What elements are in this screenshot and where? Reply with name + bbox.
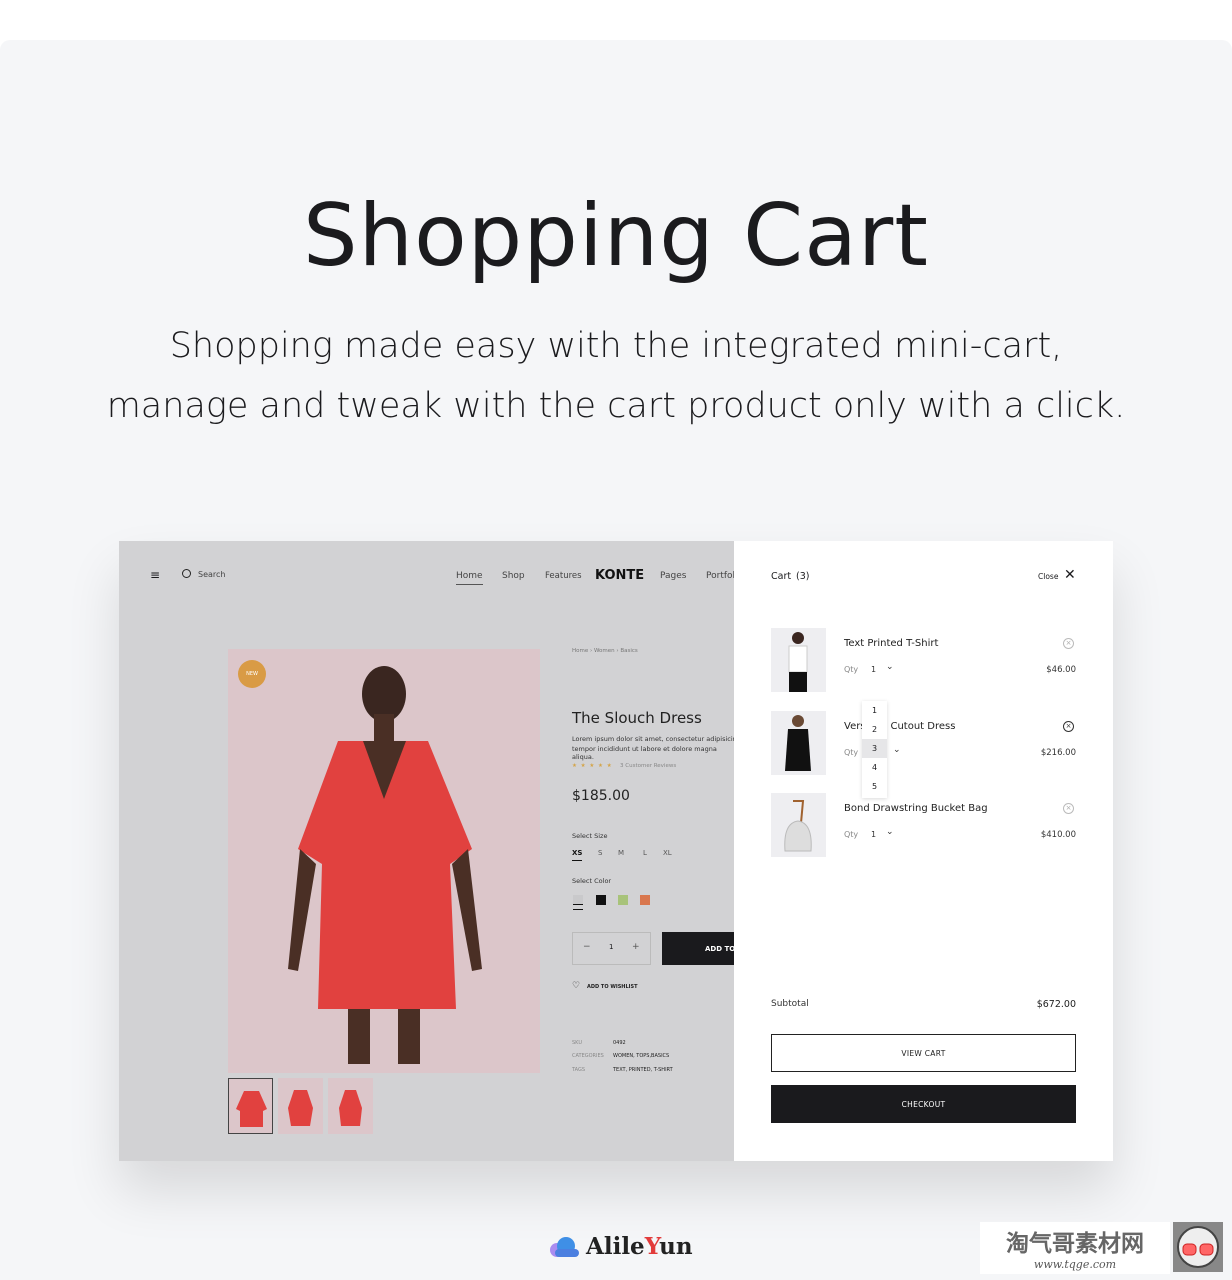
cart-item: Bond Drawstring Bucket Bag Qty 1 ⌄ $410.… — [771, 793, 1076, 857]
size-m[interactable]: M — [618, 849, 624, 857]
cart-item-image[interactable] — [771, 711, 826, 775]
sku-value: 0492 — [613, 1040, 626, 1046]
nav-portfolio[interactable]: Portfolio — [706, 571, 734, 581]
hero-subtitle-line2: manage and tweak with the cart product o… — [106, 386, 1126, 426]
reviews-link[interactable]: 3 Customer Reviews — [620, 763, 676, 769]
size-label: Select Size — [572, 832, 608, 840]
close-cart-button[interactable]: Close — [1038, 572, 1058, 581]
cart-item-image[interactable] — [771, 793, 826, 857]
cart-item-price: $46.00 — [1046, 665, 1076, 675]
qty-dropdown: 1 2 3 4 5 — [862, 701, 887, 798]
alileyun-watermark: AlileYun — [586, 1233, 693, 1260]
view-cart-button[interactable]: VIEW CART — [771, 1034, 1076, 1072]
breadcrumb: Home › Women › Basics — [572, 648, 638, 654]
qty-option[interactable]: 2 — [862, 720, 887, 739]
product-main-image[interactable]: NEW — [228, 649, 540, 1073]
add-to-cart-button[interactable]: ADD TO — [662, 932, 734, 965]
dress-model-illustration — [288, 666, 482, 1064]
product-page: ≡ Search Home Shop Features KONTE Pages … — [119, 541, 734, 1161]
subtotal-value: $672.00 — [1036, 999, 1076, 1010]
nav-features[interactable]: Features — [545, 571, 582, 581]
hero-subtitle-line1: Shopping made easy with the integrated m… — [169, 326, 1063, 366]
qty-option[interactable]: 1 — [862, 701, 887, 720]
size-s[interactable]: S — [598, 849, 602, 857]
alileyun-cloud-logo — [548, 1236, 580, 1258]
cart-item-price: $216.00 — [1040, 748, 1076, 758]
qty-label: Qty — [844, 748, 859, 757]
chevron-down-icon[interactable]: ⌄ — [886, 827, 894, 837]
search-icon[interactable] — [182, 569, 191, 578]
tags-value[interactable]: TEXT, PRINTED, T-SHIRT — [613, 1067, 673, 1073]
color-swatch-black[interactable] — [596, 895, 606, 905]
cart-item: Text Printed T-Shirt Qty 1 ⌄ $46.00 × — [771, 628, 1076, 692]
nav-shop[interactable]: Shop — [502, 571, 525, 581]
quantity-stepper: − 1 + — [572, 932, 651, 965]
tqge-url: www.tqge.com — [1033, 1258, 1117, 1271]
color-label: Select Color — [572, 877, 612, 885]
qty-label: Qty — [844, 665, 859, 674]
cart-item-image[interactable] — [771, 628, 826, 692]
remove-item-icon[interactable]: × — [1063, 638, 1074, 649]
thumbnail-1[interactable] — [228, 1078, 273, 1134]
product-description-2: tempor incididunt ut labore et dolore ma… — [572, 745, 717, 761]
categories-label: CATEGORIES — [572, 1053, 604, 1059]
product-price: $185.00 — [572, 788, 630, 804]
product-title: The Slouch Dress — [572, 709, 702, 727]
product-description-1: Lorem ipsum dolor sit amet, consectetur … — [572, 735, 734, 743]
tags-label: TAGS — [572, 1067, 586, 1073]
cart-item-price: $410.00 — [1040, 830, 1076, 840]
cart-item: Versatile Cutout Dress Qty 3 ⌄ $216.00 × — [771, 711, 1076, 775]
checkout-button[interactable]: CHECKOUT — [771, 1085, 1076, 1123]
categories-value[interactable]: WOMEN, TOPS,BASICS — [613, 1053, 669, 1059]
qty-select[interactable]: 1 — [871, 665, 876, 674]
tqge-text: 淘气哥素材网 — [1006, 1231, 1144, 1257]
selected-color-indicator — [573, 909, 583, 910]
color-swatch-grey[interactable] — [573, 895, 583, 905]
cart-title: Cart — [771, 571, 792, 582]
close-icon[interactable]: ✕ — [1064, 567, 1076, 583]
remove-item-icon[interactable]: × — [1063, 721, 1074, 732]
search-link[interactable]: Search — [198, 570, 225, 579]
cart-item-name[interactable]: Bond Drawstring Bucket Bag — [844, 803, 988, 814]
color-swatch-green[interactable] — [618, 895, 628, 905]
store-mockup: ≡ Search Home Shop Features KONTE Pages … — [119, 541, 1113, 1161]
nav-pages[interactable]: Pages — [660, 571, 686, 581]
decrease-qty-button[interactable]: − — [583, 942, 591, 952]
remove-item-icon[interactable]: × — [1063, 803, 1074, 814]
size-l[interactable]: L — [643, 849, 647, 857]
hero-title: Shopping Cart — [302, 186, 930, 286]
new-badge: NEW — [238, 660, 266, 688]
mini-cart-panel: Cart (3) Close ✕ Text Printed T-Shirt Qt… — [734, 541, 1113, 1161]
qty-option[interactable]: 4 — [862, 758, 887, 777]
subtotal-label: Subtotal — [771, 999, 809, 1009]
rating-stars: ★ ★ ★ ★ ★ — [572, 763, 613, 769]
cart-count: (3) — [796, 571, 810, 582]
qty-value[interactable]: 1 — [609, 943, 613, 951]
heart-icon[interactable]: ♡ — [572, 981, 580, 991]
cart-item-name[interactable]: Versatile Cutout Dress — [844, 721, 955, 732]
size-xs[interactable]: XS — [572, 849, 583, 861]
thumbnail-2[interactable] — [278, 1078, 323, 1134]
nav-home[interactable]: Home — [456, 571, 483, 585]
qty-label: Qty — [844, 830, 859, 839]
cart-item-name[interactable]: Text Printed T-Shirt — [844, 638, 938, 649]
chevron-down-icon[interactable]: ⌄ — [893, 745, 901, 755]
menu-icon[interactable]: ≡ — [150, 569, 161, 581]
color-swatch-orange[interactable] — [640, 895, 650, 905]
increase-qty-button[interactable]: + — [632, 942, 640, 952]
add-to-wishlist-link[interactable]: ADD TO WISHLIST — [587, 984, 638, 990]
size-xl[interactable]: XL — [663, 849, 672, 857]
thumbnail-3[interactable] — [328, 1078, 373, 1134]
logo[interactable]: KONTE — [595, 568, 644, 583]
qty-option-selected[interactable]: 3 — [862, 739, 887, 758]
chevron-down-icon[interactable]: ⌄ — [886, 662, 894, 672]
sku-label: SKU — [572, 1040, 582, 1046]
qty-select[interactable]: 1 — [871, 830, 876, 839]
tqge-watermark: 淘气哥素材网 www.tqge.com — [980, 1222, 1170, 1274]
qty-option[interactable]: 5 — [862, 777, 887, 796]
tqge-glasses-logo — [1173, 1222, 1223, 1272]
